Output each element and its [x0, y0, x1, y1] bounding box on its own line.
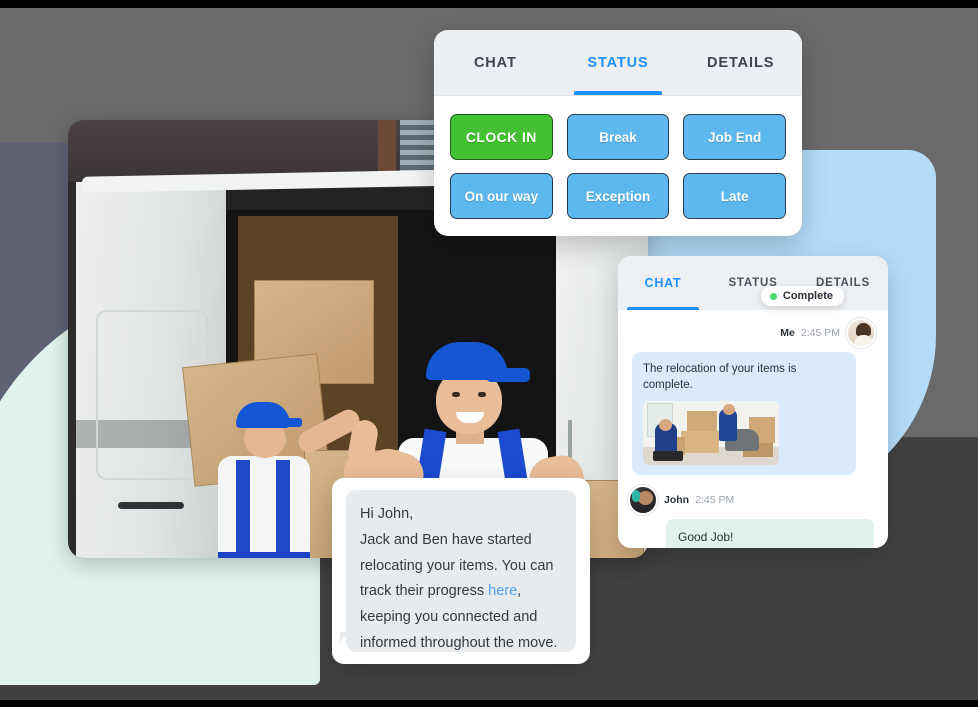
tab-chat[interactable]: CHAT	[434, 30, 557, 95]
photo-worker-front-eye	[452, 392, 460, 397]
avatar-john[interactable]	[628, 485, 658, 516]
message-bubble-outgoing: The relocation of your items is complete…	[632, 352, 856, 476]
thumb-mover-head	[723, 404, 735, 416]
clock-in-button[interactable]: CLOCK IN	[450, 114, 553, 160]
note-line-4: keeping you connected and	[360, 609, 538, 626]
message-attachment-thumbnail[interactable]	[643, 401, 779, 466]
photo-van-handle	[118, 502, 184, 509]
chat-panel-tabbar: CHAT STATUS DETAILS	[618, 256, 888, 310]
message-sender: John	[664, 494, 690, 507]
photo-worker-back-strap	[236, 460, 250, 552]
message-time: 2:45 PM	[695, 494, 735, 507]
exception-button[interactable]: Exception	[566, 173, 670, 219]
chat-tab-chat[interactable]: CHAT	[618, 256, 708, 310]
thumb-mover-head	[659, 419, 672, 432]
job-end-button[interactable]: Job End	[683, 114, 786, 160]
note-line-3: track their progress here,	[360, 579, 562, 605]
message-header-outgoing: Me 2:45 PM	[628, 318, 878, 348]
note-line-1: Jack and Ben have started	[360, 531, 532, 548]
message-bubble-incoming: Good Job!	[666, 519, 874, 548]
on-our-way-button[interactable]: On our way	[450, 173, 553, 219]
status-badge: Complete	[760, 286, 844, 306]
photo-worker-back-strap	[276, 460, 290, 552]
message-time: 2:45 PM	[800, 327, 840, 339]
chat-panel: CHAT STATUS DETAILS Complete Me 2:45 PM …	[618, 256, 888, 548]
status-panel: CHAT STATUS DETAILS CLOCK IN Break Job E…	[434, 30, 802, 236]
bottom-black-band	[0, 700, 978, 707]
thumb-box	[687, 411, 717, 434]
screenshot-stage: CHAT STATUS DETAILS CLOCK IN Break Job E…	[0, 0, 978, 707]
message-sender: Me	[780, 327, 795, 339]
note-line-5: informed throughout the move.	[360, 634, 558, 651]
note-line-2: relocating your items. You can	[360, 557, 554, 574]
photo-worker-back-shirt	[218, 456, 310, 552]
tab-details[interactable]: DETAILS	[679, 30, 802, 95]
status-panel-tabbar: CHAT STATUS DETAILS	[434, 30, 802, 96]
photo-worker-front-cap-peak	[486, 368, 530, 382]
tab-status[interactable]: STATUS	[557, 30, 680, 95]
note-line-3-prefix: track their progress	[360, 583, 489, 600]
top-black-band	[0, 0, 978, 8]
late-button[interactable]: Late	[683, 173, 786, 219]
chat-message-list: Me 2:45 PM The relocation of your items …	[618, 310, 888, 548]
notification-bubble: Hi John, Jack and Ben have started reloc…	[340, 490, 576, 652]
message-text: The relocation of your items is complete…	[643, 363, 797, 391]
notification-card: Hi John, Jack and Ben have started reloc…	[332, 478, 590, 664]
note-line-3-suffix: ,	[517, 583, 522, 600]
status-dot-icon	[769, 292, 777, 300]
track-progress-link[interactable]: here	[488, 583, 517, 599]
status-button-grid: CLOCK IN Break Job End On our way Except…	[434, 96, 802, 235]
note-greeting: Hi John,	[360, 506, 414, 522]
status-badge-label: Complete	[782, 290, 833, 302]
photo-worker-back-cap-peak	[274, 418, 302, 427]
photo-worker-front-eye	[478, 392, 486, 397]
thumb-toolbox	[653, 451, 683, 462]
message-header-incoming: John 2:45 PM	[628, 485, 878, 516]
avatar-me[interactable]	[846, 318, 876, 348]
thumb-box	[681, 431, 719, 454]
break-button[interactable]: Break	[566, 114, 670, 160]
